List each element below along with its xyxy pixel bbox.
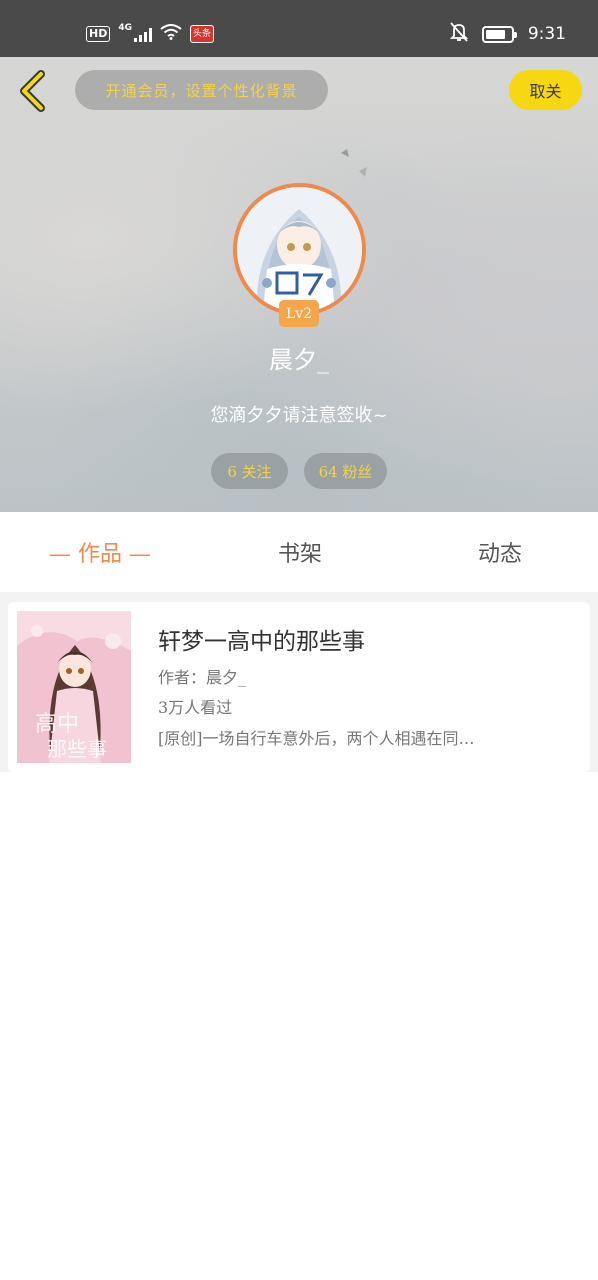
signal-strength-icon bbox=[134, 26, 152, 42]
profile-tabs: — 作品 — 书架 动态 bbox=[0, 512, 598, 592]
user-avatar[interactable] bbox=[233, 183, 366, 316]
book-cover-image: 高中 那些事 bbox=[17, 611, 131, 763]
unfollow-button[interactable]: 取关 bbox=[509, 70, 582, 110]
tab-feed[interactable]: 动态 bbox=[430, 512, 570, 592]
anime-girl-cover-illustration: 高中 那些事 bbox=[17, 611, 131, 763]
battery-level bbox=[485, 29, 505, 39]
vip-background-prompt[interactable]: 开通会员，设置个性化背景 bbox=[75, 70, 328, 110]
username: 晨夕_ bbox=[269, 346, 329, 374]
anime-girl-avatar-illustration bbox=[237, 187, 362, 312]
following-count-button[interactable]: 6 关注 bbox=[211, 453, 288, 489]
hd-badge: HD bbox=[86, 26, 111, 42]
toutiao-app-icon: 头条 bbox=[190, 25, 215, 43]
back-button[interactable] bbox=[12, 69, 52, 113]
status-left-icons: HD 4G 头条 bbox=[86, 22, 215, 46]
followers-count-button[interactable]: 64 粉丝 bbox=[304, 453, 387, 489]
chevron-left-icon bbox=[20, 70, 45, 112]
status-right-icons: 9:31 bbox=[449, 22, 566, 46]
mute-bell-icon bbox=[449, 22, 468, 46]
user-bio: 您滴夕夕请注意签收~ bbox=[210, 405, 388, 426]
tab-bookshelf[interactable]: 书架 bbox=[230, 512, 370, 592]
clock: 9:31 bbox=[527, 24, 566, 44]
avatar bbox=[233, 183, 366, 316]
decorative-leaf-icon bbox=[341, 149, 367, 177]
network-type-label: 4G bbox=[118, 23, 132, 33]
book-title: 轩梦一高中的那些事 bbox=[158, 629, 365, 655]
status-bar: HD 4G 头条 9:31 bbox=[0, 0, 598, 57]
svg-text:那些事: 那些事 bbox=[47, 737, 107, 761]
book-view-count: 3万人看过 bbox=[158, 698, 233, 717]
battery-icon bbox=[481, 25, 517, 43]
svg-text:高中: 高中 bbox=[35, 712, 79, 737]
tab-works[interactable]: — 作品 — bbox=[30, 512, 170, 592]
profile-header: 开通会员，设置个性化背景 取关 Lv2 晨夕_ 您滴夕夕请注意签收~ 6 关注 … bbox=[0, 57, 598, 512]
book-author: 作者：晨夕_ bbox=[158, 668, 247, 687]
wifi-icon bbox=[160, 24, 182, 44]
level-badge: Lv2 bbox=[279, 300, 319, 327]
book-card[interactable]: 高中 那些事 轩梦一高中的那些事 作者：晨夕_ 3万人看过 [原创]一场自行车意… bbox=[8, 602, 590, 772]
book-description: [原创]一场自行车意外后，两个人相遇在同… bbox=[158, 729, 475, 748]
